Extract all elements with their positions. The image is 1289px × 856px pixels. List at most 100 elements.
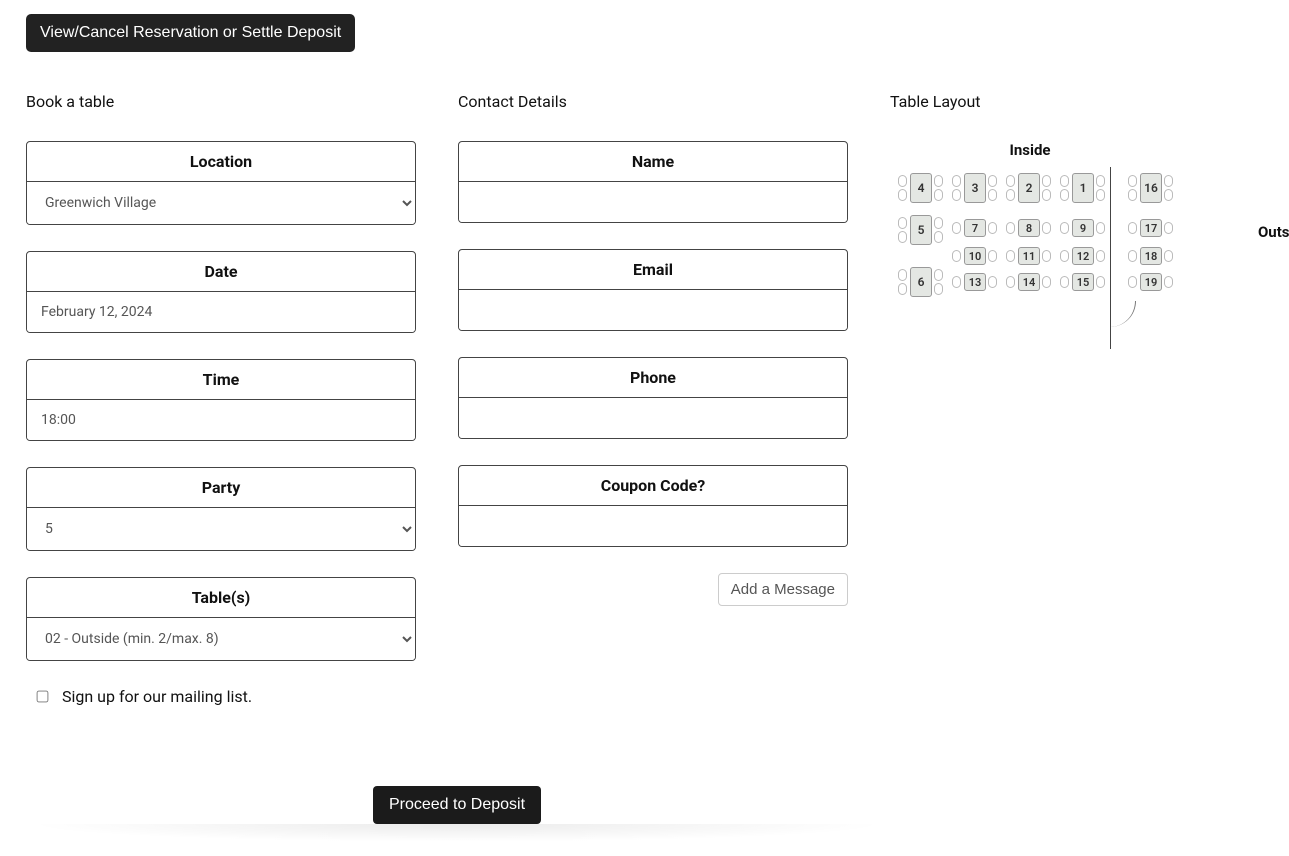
- seat-icon: [1006, 250, 1015, 262]
- table-8[interactable]: 8: [1018, 219, 1040, 237]
- table-2[interactable]: 2: [1018, 173, 1040, 203]
- tables-select[interactable]: 02 - Outside (min. 2/max. 8): [27, 618, 415, 660]
- seat-icon: [1128, 276, 1137, 288]
- seat-icon: [1164, 250, 1173, 262]
- table-14[interactable]: 14: [1018, 273, 1040, 291]
- table-18[interactable]: 18: [1140, 247, 1162, 265]
- table-7[interactable]: 7: [964, 219, 986, 237]
- table-1[interactable]: 1: [1072, 173, 1094, 203]
- time-label: Time: [27, 360, 415, 400]
- name-input[interactable]: [459, 182, 847, 222]
- mailing-list-label: Sign up for our mailing list.: [62, 687, 252, 706]
- seat-icon: [1060, 222, 1069, 234]
- contact-details-heading: Contact Details: [458, 92, 848, 111]
- seat-icon: [988, 276, 997, 288]
- seat-icon: [1164, 175, 1173, 187]
- seat-icon: [934, 231, 943, 243]
- table-6[interactable]: 6: [910, 267, 932, 297]
- phone-input[interactable]: [459, 398, 847, 438]
- seat-icon: [988, 189, 997, 201]
- coupon-label: Coupon Code?: [459, 466, 847, 506]
- seat-icon: [952, 222, 961, 234]
- seat-icon: [934, 189, 943, 201]
- location-select[interactable]: Greenwich Village: [27, 182, 415, 224]
- table-13[interactable]: 13: [964, 273, 986, 291]
- shadow-decoration: [26, 824, 888, 842]
- name-field-group: Name: [458, 141, 848, 223]
- tables-field-group: Table(s) 02 - Outside (min. 2/max. 8): [26, 577, 416, 661]
- table-11[interactable]: 11: [1018, 247, 1040, 265]
- table-19[interactable]: 19: [1140, 273, 1162, 291]
- outside-label: Outside: [1258, 223, 1289, 241]
- table-15[interactable]: 15: [1072, 273, 1094, 291]
- mailing-list-row[interactable]: Sign up for our mailing list.: [26, 687, 416, 706]
- seat-icon: [898, 175, 907, 187]
- date-field-group: Date: [26, 251, 416, 333]
- time-field-group: Time: [26, 359, 416, 441]
- proceed-to-deposit-button[interactable]: Proceed to Deposit: [373, 786, 541, 824]
- seat-icon: [1096, 175, 1105, 187]
- coupon-input[interactable]: [459, 506, 847, 546]
- seat-icon: [898, 217, 907, 229]
- seat-icon: [1128, 222, 1137, 234]
- party-label: Party: [27, 468, 415, 508]
- seat-icon: [1006, 222, 1015, 234]
- seat-icon: [1128, 189, 1137, 201]
- seat-icon: [1060, 276, 1069, 288]
- add-a-message-button[interactable]: Add a Message: [718, 573, 848, 606]
- book-a-table-heading: Book a table: [26, 92, 416, 111]
- table-4[interactable]: 4: [910, 173, 932, 203]
- seat-icon: [1042, 222, 1051, 234]
- view-cancel-reservation-button[interactable]: View/Cancel Reservation or Settle Deposi…: [26, 14, 355, 52]
- seat-icon: [988, 222, 997, 234]
- table-3[interactable]: 3: [964, 173, 986, 203]
- seat-icon: [898, 231, 907, 243]
- seat-icon: [898, 283, 907, 295]
- table-16[interactable]: 16: [1140, 173, 1162, 203]
- seat-icon: [934, 269, 943, 281]
- inside-label: Inside: [890, 141, 1170, 159]
- seat-icon: [1042, 189, 1051, 201]
- seat-icon: [1164, 189, 1173, 201]
- party-field-group: Party 5: [26, 467, 416, 551]
- seat-icon: [988, 250, 997, 262]
- time-input[interactable]: [27, 400, 415, 440]
- seat-icon: [1164, 222, 1173, 234]
- seat-icon: [1164, 276, 1173, 288]
- email-label: Email: [459, 250, 847, 290]
- party-select[interactable]: 5: [27, 508, 415, 550]
- seat-icon: [1096, 276, 1105, 288]
- seat-icon: [1060, 189, 1069, 201]
- seat-icon: [988, 175, 997, 187]
- mailing-list-checkbox[interactable]: [37, 691, 49, 703]
- name-label: Name: [459, 142, 847, 182]
- table-layout-heading: Table Layout: [890, 92, 1263, 111]
- table-12[interactable]: 12: [1072, 247, 1094, 265]
- seat-icon: [1006, 276, 1015, 288]
- table-10[interactable]: 10: [964, 247, 986, 265]
- seat-icon: [1060, 175, 1069, 187]
- seat-icon: [898, 269, 907, 281]
- table-17[interactable]: 17: [1140, 219, 1162, 237]
- table-9[interactable]: 9: [1072, 219, 1094, 237]
- email-field-group: Email: [458, 249, 848, 331]
- seat-icon: [1128, 250, 1137, 262]
- seat-icon: [1096, 250, 1105, 262]
- email-input[interactable]: [459, 290, 847, 330]
- date-input[interactable]: [27, 292, 415, 332]
- seat-icon: [1042, 250, 1051, 262]
- phone-field-group: Phone: [458, 357, 848, 439]
- table-5[interactable]: 5: [910, 215, 932, 245]
- seat-icon: [898, 189, 907, 201]
- phone-label: Phone: [459, 358, 847, 398]
- seat-icon: [934, 283, 943, 295]
- seat-icon: [1128, 175, 1137, 187]
- location-label: Location: [27, 142, 415, 182]
- coupon-field-group: Coupon Code?: [458, 465, 848, 547]
- seat-icon: [934, 175, 943, 187]
- seat-icon: [952, 175, 961, 187]
- seat-icon: [1006, 175, 1015, 187]
- seat-icon: [952, 276, 961, 288]
- seat-icon: [934, 217, 943, 229]
- date-label: Date: [27, 252, 415, 292]
